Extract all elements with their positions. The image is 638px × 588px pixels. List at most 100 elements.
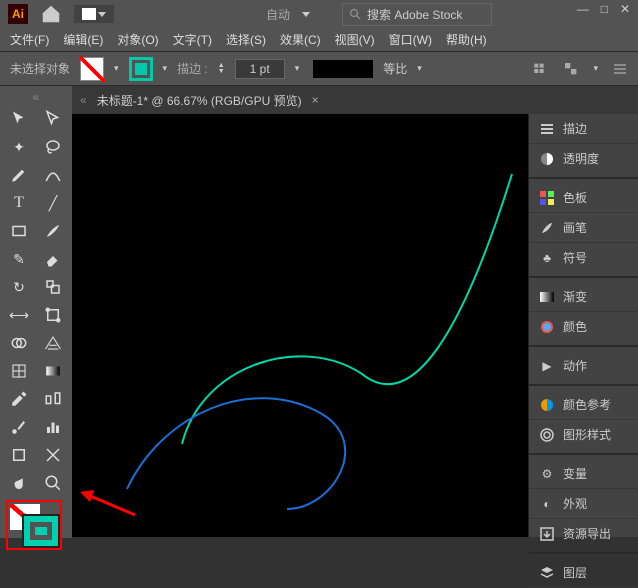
magic-wand-tool[interactable]: ✦ xyxy=(6,136,32,158)
actions-icon: ▶ xyxy=(539,358,555,374)
panel-appearance[interactable]: ◐ 外观 xyxy=(529,489,638,519)
panel-actions[interactable]: ▶ 动作 xyxy=(529,351,638,386)
home-button[interactable] xyxy=(40,4,62,24)
window-controls: — □ ✕ xyxy=(577,2,630,16)
home-icon xyxy=(40,3,62,25)
close-button[interactable]: ✕ xyxy=(620,2,630,16)
menu-window[interactable]: 窗口(W) xyxy=(389,31,432,48)
tools-panel: « ✦ T ╱ ✎ ↻ ⟷ xyxy=(0,86,72,538)
align-icon[interactable] xyxy=(533,61,549,77)
paintbrush-tool[interactable] xyxy=(40,220,66,242)
menu-file[interactable]: 文件(F) xyxy=(10,31,49,48)
eyedropper-tool[interactable] xyxy=(6,388,32,410)
selection-tool[interactable] xyxy=(6,108,32,130)
pencil-tool[interactable]: ✎ xyxy=(6,248,32,270)
pen-tool[interactable] xyxy=(6,164,32,186)
menu-help[interactable]: 帮助(H) xyxy=(446,31,487,48)
menu-view[interactable]: 视图(V) xyxy=(335,31,375,48)
stroke-weight-stepper[interactable]: ▲▼ xyxy=(218,63,225,75)
width-tool[interactable]: ⟷ xyxy=(6,304,32,326)
chevron-down-icon[interactable]: ▾ xyxy=(114,63,119,74)
transparency-icon xyxy=(539,151,555,167)
menu-type[interactable]: 文字(T) xyxy=(173,31,212,48)
selection-status: 未选择对象 xyxy=(10,60,70,77)
scale-tool[interactable] xyxy=(40,276,66,298)
workspace-icon xyxy=(82,8,96,20)
artwork xyxy=(72,114,528,537)
maximize-button[interactable]: □ xyxy=(601,2,608,16)
chevron-down-icon[interactable]: ▾ xyxy=(593,63,598,74)
curvature-tool[interactable] xyxy=(40,164,66,186)
stroke-color-box[interactable] xyxy=(24,516,58,546)
document-tabs: « 未标题-1* @ 66.67% (RGB/GPU 预览) × xyxy=(72,86,638,114)
canvas[interactable] xyxy=(72,114,528,537)
right-panel-dock: 描边 透明度 色板 画笔 ♣ 符号 渐变 颜色 ▶ 动作 颜色参考 图形样式 ⚙… xyxy=(528,114,638,537)
stroke-weight-field[interactable]: 1 pt xyxy=(235,59,285,79)
menu-edit[interactable]: 编辑(E) xyxy=(63,31,103,48)
panel-stroke[interactable]: 描边 xyxy=(529,114,638,144)
column-graph-tool[interactable] xyxy=(40,416,66,438)
panel-color[interactable]: 颜色 xyxy=(529,312,638,347)
panel-menu-icon[interactable] xyxy=(612,61,628,77)
direct-selection-tool[interactable] xyxy=(40,108,66,130)
free-transform-tool[interactable] xyxy=(40,304,66,326)
expand-docs-icon[interactable]: « xyxy=(80,93,87,107)
menu-object[interactable]: 对象(O) xyxy=(117,31,158,48)
document-tab[interactable]: 未标题-1* @ 66.67% (RGB/GPU 预览) xyxy=(97,92,302,109)
gradient-icon xyxy=(539,289,555,305)
fill-stroke-indicator[interactable] xyxy=(6,500,62,550)
panel-layers[interactable]: 图层 xyxy=(529,558,638,588)
brushes-icon xyxy=(539,220,555,236)
type-tool[interactable]: T xyxy=(6,192,32,214)
fill-swatch[interactable] xyxy=(80,57,104,81)
panel-color-guide[interactable]: 颜色参考 xyxy=(529,390,638,420)
asset-export-icon xyxy=(539,526,555,542)
color-guide-icon xyxy=(539,397,555,413)
search-stock-field[interactable]: 搜索 Adobe Stock xyxy=(342,3,492,26)
panel-transparency[interactable]: 透明度 xyxy=(529,144,638,179)
mesh-tool[interactable] xyxy=(6,360,32,382)
transform-icon[interactable] xyxy=(563,61,579,77)
chevron-down-icon[interactable]: ▾ xyxy=(163,63,168,74)
minimize-button[interactable]: — xyxy=(577,2,589,16)
color-icon xyxy=(539,319,555,335)
collapse-tools-icon[interactable]: « xyxy=(6,90,66,104)
blend-tool[interactable] xyxy=(40,388,66,410)
artboard-tool[interactable] xyxy=(6,444,32,466)
rectangle-tool[interactable] xyxy=(6,220,32,242)
perspective-grid-tool[interactable] xyxy=(40,332,66,354)
workspace-switcher[interactable] xyxy=(74,5,114,23)
panel-brushes[interactable]: 画笔 xyxy=(529,213,638,243)
lasso-tool[interactable] xyxy=(40,136,66,158)
panel-symbols[interactable]: ♣ 符号 xyxy=(529,243,638,278)
panel-gradient[interactable]: 渐变 xyxy=(529,282,638,312)
panel-swatches[interactable]: 色板 xyxy=(529,183,638,213)
close-tab-button[interactable]: × xyxy=(312,93,319,107)
search-icon xyxy=(349,8,361,20)
zoom-tool[interactable] xyxy=(40,472,66,494)
stroke-label: 描边 : xyxy=(177,60,208,77)
layers-icon xyxy=(539,565,555,581)
panel-variables[interactable]: ⚙ 变量 xyxy=(529,459,638,489)
slice-tool[interactable] xyxy=(40,444,66,466)
hand-tool[interactable] xyxy=(6,472,32,494)
eraser-tool[interactable] xyxy=(40,248,66,270)
chevron-down-icon[interactable]: ▾ xyxy=(417,63,422,74)
rotate-tool[interactable]: ↻ xyxy=(6,276,32,298)
chevron-down-icon[interactable]: ▾ xyxy=(295,63,300,74)
shape-builder-tool[interactable] xyxy=(6,332,32,354)
menu-select[interactable]: 选择(S) xyxy=(226,31,266,48)
panel-graphic-styles[interactable]: 图形样式 xyxy=(529,420,638,455)
stroke-swatch[interactable] xyxy=(129,57,153,81)
gradient-tool[interactable] xyxy=(40,360,66,382)
chevron-down-icon xyxy=(98,12,106,17)
swatches-icon xyxy=(539,190,555,206)
menubar: 文件(F) 编辑(E) 对象(O) 文字(T) 选择(S) 效果(C) 视图(V… xyxy=(0,28,638,52)
profile-preview[interactable] xyxy=(313,60,373,78)
chevron-down-icon[interactable] xyxy=(302,12,310,17)
symbol-sprayer-tool[interactable] xyxy=(6,416,32,438)
line-tool[interactable]: ╱ xyxy=(40,192,66,214)
menu-effect[interactable]: 效果(C) xyxy=(280,31,321,48)
search-placeholder: 搜索 Adobe Stock xyxy=(367,6,462,23)
controlbar-right: ▾ xyxy=(533,61,628,77)
